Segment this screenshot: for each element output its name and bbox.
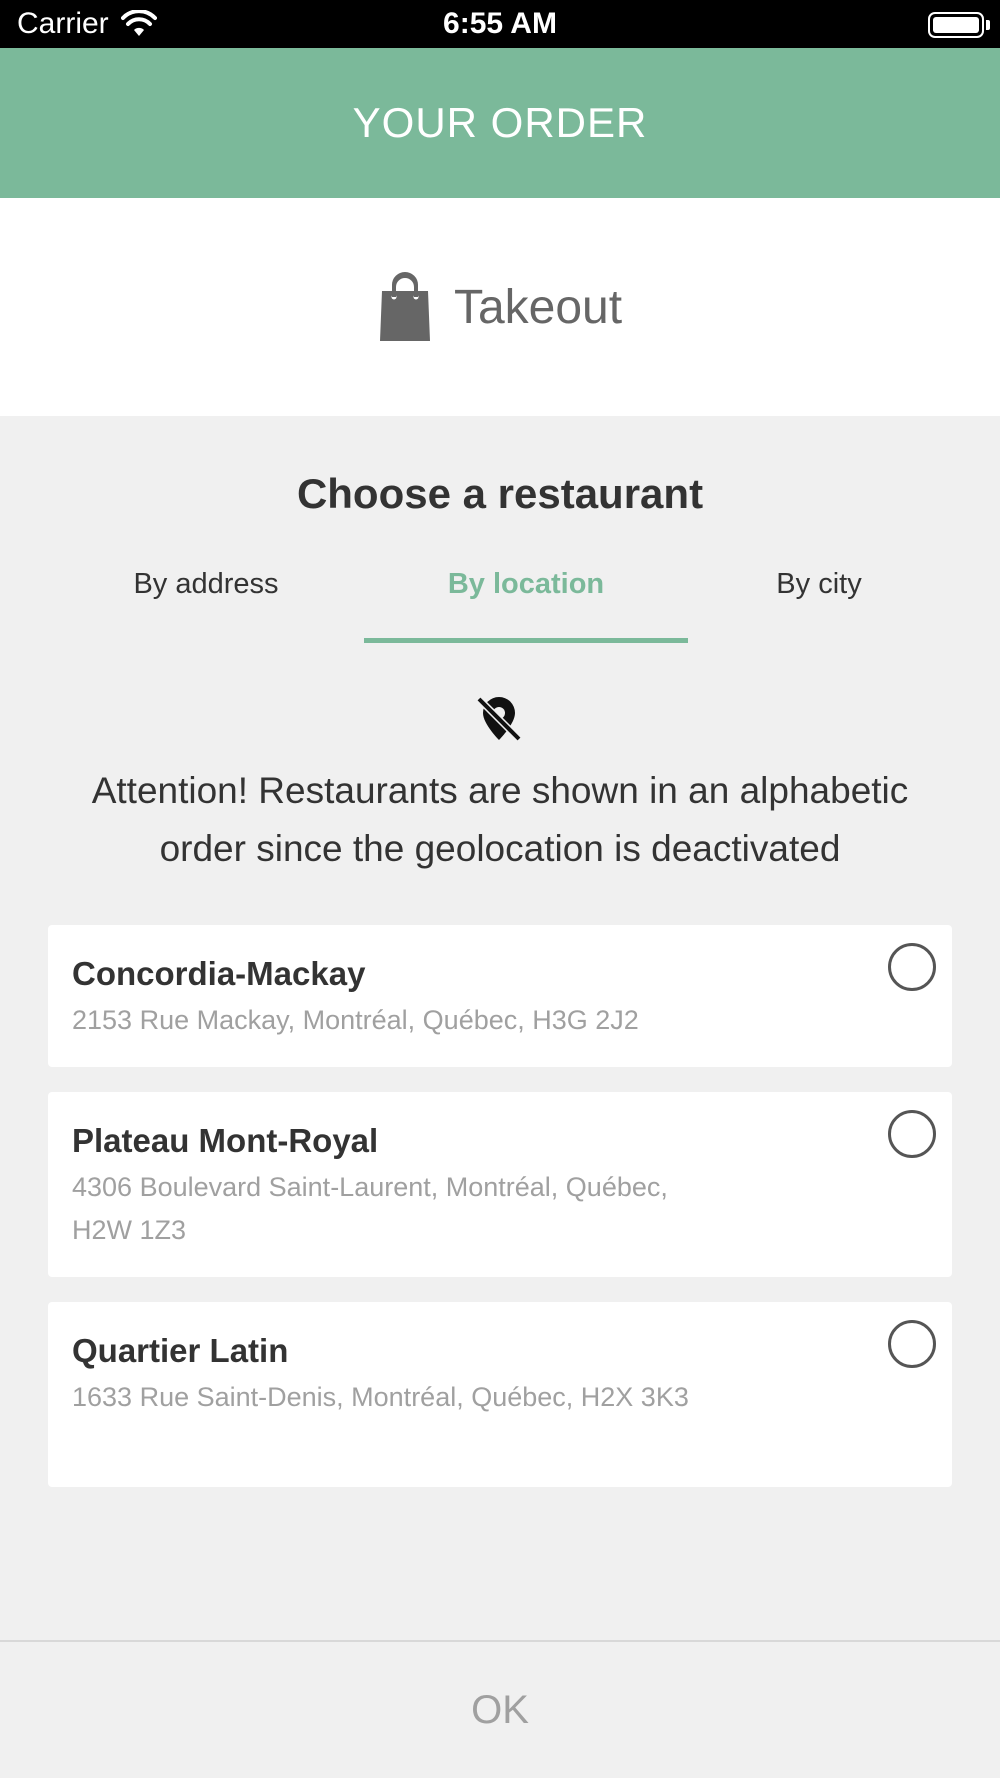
restaurant-address: 4306 Boulevard Saint-Laurent, Montréal, …	[72, 1172, 668, 1245]
restaurant-card[interactable]: Quartier Latin 1633 Rue Saint-Denis, Mon…	[48, 1302, 952, 1487]
restaurant-card[interactable]: Plateau Mont-Royal 4306 Boulevard Saint-…	[48, 1092, 952, 1277]
tab-by-city[interactable]: By city	[688, 568, 950, 601]
status-bar: Carrier 6:55 AM	[0, 0, 1000, 48]
restaurant-radio[interactable]	[888, 1110, 936, 1158]
restaurant-name: Concordia-Mackay	[72, 955, 366, 992]
active-tab-indicator	[364, 638, 688, 643]
tab-bar: By address By location By city	[0, 560, 1000, 643]
page-title: YOUR ORDER	[352, 99, 648, 146]
shopping-bag-icon	[379, 272, 430, 341]
battery-tip	[986, 20, 990, 30]
app-root: Carrier 6:55 AM YOUR ORDER Takeout Choos…	[0, 0, 1000, 1778]
status-time: 6:55 AM	[443, 7, 557, 40]
header: YOUR ORDER	[0, 48, 1000, 198]
restaurant-card[interactable]: Concordia-Mackay 2153 Rue Mackay, Montré…	[48, 925, 952, 1067]
bottom-bar: OK	[0, 1640, 1000, 1778]
restaurant-name: Plateau Mont-Royal	[72, 1122, 379, 1159]
restaurant-radio[interactable]	[888, 1320, 936, 1368]
restaurant-radio[interactable]	[888, 943, 936, 991]
tab-by-location[interactable]: By location	[364, 568, 688, 601]
restaurant-address: 2153 Rue Mackay, Montréal, Québec, H3G 2…	[72, 1005, 639, 1035]
battery-icon	[928, 12, 984, 38]
restaurant-name: Quartier Latin	[72, 1332, 289, 1369]
order-type-band: Takeout	[0, 198, 1000, 416]
geolocation-notice: Attention! Restaurants are shown in an a…	[91, 770, 909, 869]
restaurant-address: 1633 Rue Saint-Denis, Montréal, Québec, …	[72, 1382, 689, 1412]
section-title: Choose a restaurant	[296, 470, 704, 517]
ok-button[interactable]: OK	[471, 1688, 529, 1733]
order-type-label: Takeout	[453, 280, 623, 334]
location-off-icon	[476, 696, 522, 742]
tab-by-address[interactable]: By address	[80, 568, 332, 601]
